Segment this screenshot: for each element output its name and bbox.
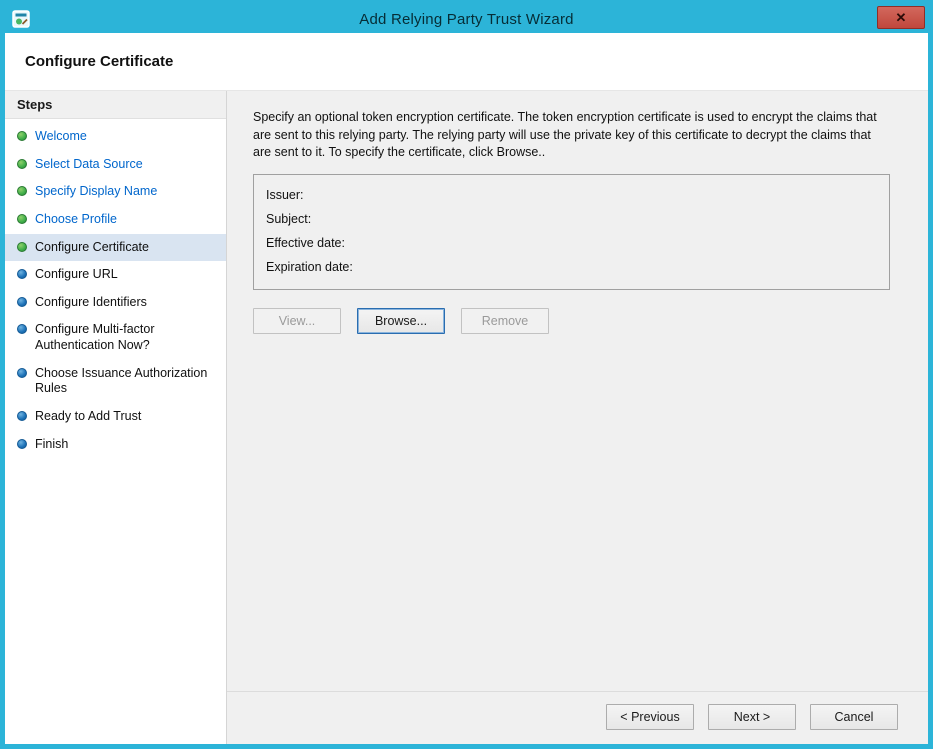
sidebar-item-choose-profile[interactable]: Choose Profile — [5, 206, 226, 234]
sidebar-item-configure-mfa: Configure Multi-factor Authentication No… — [5, 316, 226, 359]
sidebar-item-configure-identifiers: Configure Identifiers — [5, 289, 226, 317]
close-button[interactable]: ✕ — [877, 6, 925, 29]
titlebar[interactable]: Add Relying Party Trust Wizard ✕ — [5, 5, 928, 33]
certificate-issuer-row: Issuer: — [266, 183, 877, 207]
subject-label: Subject: — [266, 212, 311, 226]
content-panel: Specify an optional token encryption cer… — [227, 91, 928, 744]
sidebar-item-select-data-source[interactable]: Select Data Source — [5, 151, 226, 179]
expiration-date-label: Expiration date: — [266, 260, 353, 274]
step-status-icon — [17, 131, 27, 141]
step-status-icon — [17, 242, 27, 252]
browse-button[interactable]: Browse... — [357, 308, 445, 334]
content-spacer — [253, 334, 890, 692]
sidebar-item-welcome[interactable]: Welcome — [5, 123, 226, 151]
certificate-details-box: Issuer: Subject: Effective date: Expirat… — [253, 174, 890, 290]
step-status-icon — [17, 324, 27, 334]
sidebar-item-configure-certificate: Configure Certificate — [5, 234, 226, 262]
wizard-footer: < Previous Next > Cancel — [227, 691, 928, 744]
step-status-icon — [17, 411, 27, 421]
certificate-expiration-date-row: Expiration date: — [266, 255, 877, 279]
steps-heading: Steps — [5, 91, 226, 119]
step-status-icon — [17, 297, 27, 307]
previous-button[interactable]: < Previous — [606, 704, 694, 730]
sidebar-item-choose-issuance-rules: Choose Issuance Authorization Rules — [5, 360, 226, 403]
step-status-icon — [17, 439, 27, 449]
steps-sidebar: Steps Welcome Select Data Source Specify… — [5, 91, 227, 744]
certificate-effective-date-row: Effective date: — [266, 231, 877, 255]
issuer-label: Issuer: — [266, 188, 304, 202]
effective-date-label: Effective date: — [266, 236, 345, 250]
step-status-icon — [17, 159, 27, 169]
sidebar-item-finish: Finish — [5, 431, 226, 459]
sidebar-item-configure-url: Configure URL — [5, 261, 226, 289]
step-status-icon — [17, 368, 27, 378]
certificate-subject-row: Subject: — [266, 207, 877, 231]
step-status-icon — [17, 214, 27, 224]
step-status-icon — [17, 269, 27, 279]
steps-list: Welcome Select Data Source Specify Displ… — [5, 119, 226, 458]
wizard-window: Add Relying Party Trust Wizard ✕ Configu… — [0, 0, 933, 749]
page-title: Configure Certificate — [25, 53, 173, 70]
sidebar-item-ready-to-add-trust: Ready to Add Trust — [5, 403, 226, 431]
page-description: Specify an optional token encryption cer… — [253, 109, 890, 162]
next-button[interactable]: Next > — [708, 704, 796, 730]
window-title: Add Relying Party Trust Wizard — [5, 11, 928, 28]
remove-button: Remove — [461, 308, 549, 334]
page-header: Configure Certificate — [5, 33, 928, 91]
view-button: View... — [253, 308, 341, 334]
certificate-actions: View... Browse... Remove — [253, 308, 890, 334]
sidebar-item-specify-display-name[interactable]: Specify Display Name — [5, 178, 226, 206]
cancel-button[interactable]: Cancel — [810, 704, 898, 730]
step-status-icon — [17, 186, 27, 196]
